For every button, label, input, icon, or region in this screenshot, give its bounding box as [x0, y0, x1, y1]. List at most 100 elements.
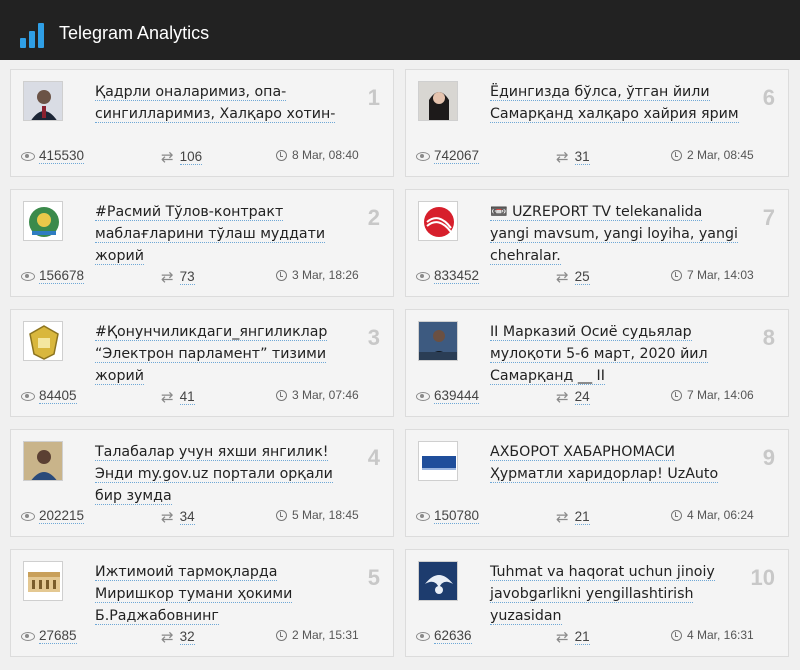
eye-icon: [21, 271, 35, 281]
post-thumbnail: [418, 561, 458, 601]
shares-count: ⇄ 21: [556, 508, 590, 526]
repost-icon: ⇄: [556, 148, 569, 166]
post-card[interactable]: Ёдингизда бўлса, ўтган йили Самарқанд ха…: [405, 69, 789, 177]
post-title[interactable]: Талабалар учун яхши янгилик! Энди my.gov…: [95, 441, 350, 507]
views-count: 639444: [416, 388, 480, 404]
clock-icon: [276, 509, 287, 521]
shares-count: ⇄ 31: [556, 148, 590, 166]
eye-icon: [21, 631, 35, 641]
post-card[interactable]: II Марказий Осиё судьялар мулоқоти 5-6 м…: [405, 309, 789, 417]
clock-icon: [276, 389, 287, 401]
post-rank: 10: [750, 565, 775, 590]
clock-icon: [276, 269, 287, 281]
repost-icon: ⇄: [556, 628, 569, 646]
shares-count: ⇄ 34: [161, 508, 195, 526]
clock-icon: [671, 509, 682, 521]
post-title[interactable]: Ижтимоий тармоқларда Миришкор тумани ҳок…: [95, 561, 350, 627]
post-thumbnail: [23, 81, 63, 121]
post-date: 7 Mar, 14:06: [671, 388, 754, 402]
post-rank: 1: [367, 85, 380, 110]
post-title[interactable]: II Марказий Осиё судьялар мулоқоти 5-6 м…: [490, 321, 745, 387]
post-rank: 5: [367, 565, 380, 590]
post-date: 2 Mar, 08:45: [671, 148, 754, 162]
shares-count: ⇄ 73: [161, 268, 195, 286]
clock-icon: [671, 149, 682, 161]
views-count: 833452: [416, 268, 480, 284]
post-title[interactable]: 📼 UZREPORT TV telekanalida yangi mavsum,…: [490, 201, 745, 267]
repost-icon: ⇄: [556, 508, 569, 526]
post-date: 4 Mar, 06:24: [671, 508, 754, 522]
views-count: 27685: [21, 628, 77, 644]
shares-count: ⇄ 25: [556, 268, 590, 286]
post-thumbnail: [418, 441, 458, 481]
views-count: 156678: [21, 268, 85, 284]
post-rank: 3: [367, 325, 380, 350]
repost-icon: ⇄: [161, 148, 174, 166]
post-card[interactable]: Қадрли оналаримиз, опа-сингилларимиз, Ха…: [10, 69, 394, 177]
post-date: 2 Mar, 15:31: [276, 628, 359, 642]
post-rank: 9: [762, 445, 775, 470]
post-rank: 2: [367, 205, 380, 230]
post-date: 5 Mar, 18:45: [276, 508, 359, 522]
clock-icon: [671, 629, 682, 641]
app-title: Telegram Analytics: [59, 23, 210, 43]
post-date: 8 Mar, 08:40: [276, 148, 359, 162]
post-thumbnail: [418, 81, 458, 121]
eye-icon: [416, 391, 430, 401]
post-card[interactable]: 📼 UZREPORT TV telekanalida yangi mavsum,…: [405, 189, 789, 297]
post-card[interactable]: АХБОРОТ ХАБАРНОМАСИ Ҳурматли харидорлар!…: [405, 429, 789, 537]
clock-icon: [671, 389, 682, 401]
repost-icon: ⇄: [556, 388, 569, 406]
repost-icon: ⇄: [161, 388, 174, 406]
views-count: 415530: [21, 148, 85, 164]
post-date: 7 Mar, 14:03: [671, 268, 754, 282]
shares-count: ⇄ 21: [556, 628, 590, 646]
clock-icon: [671, 269, 682, 281]
post-card[interactable]: Талабалар учун яхши янгилик! Энди my.gov…: [10, 429, 394, 537]
views-count: 84405: [21, 388, 77, 404]
views-count: 62636: [416, 628, 472, 644]
post-title[interactable]: #Қонунчиликдаги_янгиликлар “Электрон пар…: [95, 321, 350, 387]
post-title[interactable]: Ёдингизда бўлса, ўтган йили Самарқанд ха…: [490, 81, 745, 125]
eye-icon: [416, 151, 430, 161]
shares-count: ⇄ 106: [161, 148, 203, 166]
post-title[interactable]: Қадрли оналаримиз, опа-сингилларимиз, Ха…: [95, 81, 350, 125]
post-card[interactable]: #Қонунчиликдаги_янгиликлар “Электрон пар…: [10, 309, 394, 417]
eye-icon: [416, 271, 430, 281]
shares-count: ⇄ 41: [161, 388, 195, 406]
post-title[interactable]: #Расмий Тўлов-контракт маблағларини тўла…: [95, 201, 350, 267]
post-date: 4 Mar, 16:31: [671, 628, 754, 642]
clock-icon: [276, 149, 287, 161]
post-thumbnail: [418, 201, 458, 241]
repost-icon: ⇄: [161, 628, 174, 646]
views-count: 742067: [416, 148, 480, 164]
post-card[interactable]: Tuhmat va haqorat uchun jinoiy javobgarl…: [405, 549, 789, 657]
views-count: 150780: [416, 508, 480, 524]
post-title[interactable]: Tuhmat va haqorat uchun jinoiy javobgarl…: [490, 561, 745, 627]
post-date: 3 Mar, 07:46: [276, 388, 359, 402]
post-thumbnail: [23, 321, 63, 361]
shares-count: ⇄ 24: [556, 388, 590, 406]
post-thumbnail: [418, 321, 458, 361]
post-rank: 4: [367, 445, 380, 470]
repost-icon: ⇄: [161, 508, 174, 526]
bar-chart-icon: [20, 22, 46, 48]
post-thumbnail: [23, 201, 63, 241]
post-thumbnail: [23, 561, 63, 601]
post-rank: 6: [762, 85, 775, 110]
repost-icon: ⇄: [556, 268, 569, 286]
shares-count: ⇄ 32: [161, 628, 195, 646]
post-rank: 8: [762, 325, 775, 350]
post-title[interactable]: АХБОРОТ ХАБАРНОМАСИ Ҳурматли харидорлар!…: [490, 441, 745, 485]
eye-icon: [21, 511, 35, 521]
eye-icon: [416, 511, 430, 521]
eye-icon: [21, 391, 35, 401]
post-card[interactable]: Ижтимоий тармоқларда Миришкор тумани ҳок…: [10, 549, 394, 657]
views-count: 202215: [21, 508, 85, 524]
app-header: Telegram Analytics: [0, 0, 800, 60]
clock-icon: [276, 629, 287, 641]
post-rank: 7: [762, 205, 775, 230]
post-card[interactable]: #Расмий Тўлов-контракт маблағларини тўла…: [10, 189, 394, 297]
eye-icon: [21, 151, 35, 161]
post-thumbnail: [23, 441, 63, 481]
